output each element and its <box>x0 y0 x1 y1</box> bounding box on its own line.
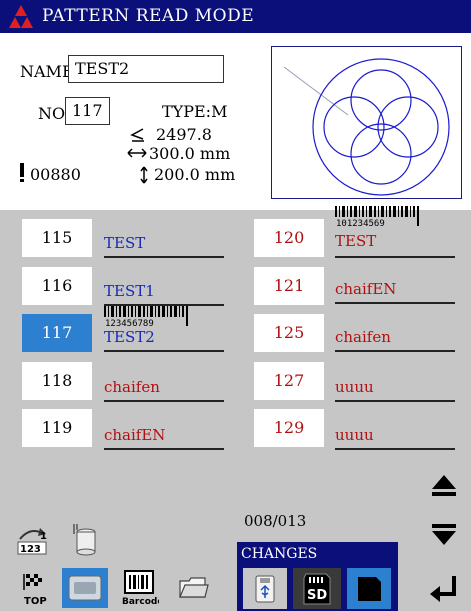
pattern-name-119[interactable]: chaifEN <box>104 410 224 450</box>
svg-text:123456789: 123456789 <box>105 319 154 328</box>
pattern-name-label: uuuu <box>335 426 374 444</box>
pattern-no-129[interactable]: 129 <box>254 409 324 447</box>
page-indicator: 008/013 <box>244 512 307 530</box>
pattern-name-label: chaifen <box>104 378 160 396</box>
stitch-count-value: 00880 <box>30 165 81 184</box>
pattern-preview <box>271 46 462 199</box>
internal-memory-button[interactable] <box>347 568 391 609</box>
width-arrow-icon <box>127 148 147 158</box>
pattern-name-120[interactable]: 101234569 TEST <box>335 206 455 258</box>
pattern-name-121[interactable]: chaifEN <box>335 264 455 304</box>
triangle-down-icon <box>432 524 456 545</box>
usb-icon <box>255 575 275 602</box>
pattern-name-125[interactable]: chaifen <box>335 312 455 352</box>
triangle-up-icon <box>432 475 456 496</box>
no-field[interactable]: 117 <box>65 97 110 125</box>
width-row: 300.0 mm <box>127 144 287 164</box>
checkered-flag-icon: TOP <box>23 574 47 606</box>
pattern-name-label: chaifEN <box>335 280 397 298</box>
barcode-icon: 101234569 <box>335 206 419 228</box>
barcode-icon: 123456789 <box>104 306 188 328</box>
stitch-length-row: 2497.8 <box>130 125 290 145</box>
pattern-name-118[interactable]: chaifen <box>104 362 224 402</box>
pattern-no-119[interactable]: 119 <box>22 409 92 447</box>
barcode-button[interactable]: Barcode <box>116 568 162 608</box>
chip-icon <box>358 576 381 601</box>
sd-card-icon: SD <box>303 573 331 604</box>
pattern-no-121[interactable]: 121 <box>254 267 324 305</box>
svg-text:Barcode: Barcode <box>122 597 159 607</box>
pattern-name-label: TEST <box>335 232 377 250</box>
pattern-no-116[interactable]: 116 <box>22 267 92 305</box>
needle-icon <box>20 163 24 182</box>
page-title: PATTERN READ MODE <box>42 6 255 26</box>
pattern-name-116[interactable]: TEST1 <box>104 266 224 306</box>
pattern-name-115[interactable]: TEST <box>104 218 224 258</box>
stitch-length-value: 2497.8 <box>156 125 212 144</box>
svg-text:123: 123 <box>20 544 41 555</box>
pattern-name-129[interactable]: uuuu <box>335 410 455 450</box>
stitch-length-icon <box>130 128 144 142</box>
svg-text:101234569: 101234569 <box>336 219 385 228</box>
height-arrow-icon <box>140 166 148 184</box>
scroll-up-button[interactable] <box>421 465 467 505</box>
pattern-no-120[interactable]: 120 <box>254 219 324 257</box>
width-value: 300.0 mm <box>149 144 231 163</box>
svg-text:TOP: TOP <box>24 596 47 606</box>
pattern-name-label: TEST2 <box>104 328 155 346</box>
name-field[interactable]: TEST2 <box>68 55 224 83</box>
bobbin-icon <box>73 524 96 556</box>
pattern-no-115[interactable]: 115 <box>22 219 92 257</box>
pattern-name-label: chaifEN <box>104 426 166 444</box>
top-button[interactable]: TOP <box>12 568 54 608</box>
pattern-name-117[interactable]: 123456789 TEST2 <box>104 306 224 352</box>
svg-text:1: 1 <box>40 531 47 542</box>
sd-source-button[interactable]: SD <box>293 568 341 609</box>
pattern-name-label: TEST1 <box>104 282 155 300</box>
pattern-no-117-selected[interactable]: 117 <box>22 314 92 352</box>
pattern-name-label: TEST <box>104 234 146 252</box>
memory-button-selected[interactable] <box>62 568 108 608</box>
folder-open-icon <box>179 577 209 598</box>
pattern-name-127[interactable]: uuuu <box>335 362 455 402</box>
type-text: TYPE:M <box>162 102 228 121</box>
enter-arrow-icon <box>430 576 456 602</box>
scroll-down-button[interactable] <box>421 515 467 555</box>
open-folder-button[interactable] <box>170 568 216 608</box>
pattern-name-label: chaifen <box>335 328 391 346</box>
pattern-no-118[interactable]: 118 <box>22 362 92 400</box>
barcode-scan-icon: Barcode <box>122 570 159 607</box>
pattern-name-label: uuuu <box>335 378 374 396</box>
svg-text:SD: SD <box>307 588 327 603</box>
stitch-count-row: 00880 <box>18 163 118 185</box>
memory-icon <box>68 575 102 601</box>
name-label: NAME <box>20 62 74 81</box>
height-value: 200.0 mm <box>154 165 236 184</box>
pattern-no-127[interactable]: 127 <box>254 362 324 400</box>
spool-button[interactable] <box>66 520 104 558</box>
brand-logo-icon <box>8 5 34 29</box>
enter-button[interactable] <box>421 568 467 608</box>
number-sort-icon: 1 123 <box>17 528 47 555</box>
changes-label: CHANGES <box>237 542 398 566</box>
no-label: NO <box>38 104 66 123</box>
usb-source-button[interactable] <box>243 568 287 609</box>
number-order-button[interactable]: 1 123 <box>12 522 54 558</box>
pattern-no-125[interactable]: 125 <box>254 314 324 352</box>
